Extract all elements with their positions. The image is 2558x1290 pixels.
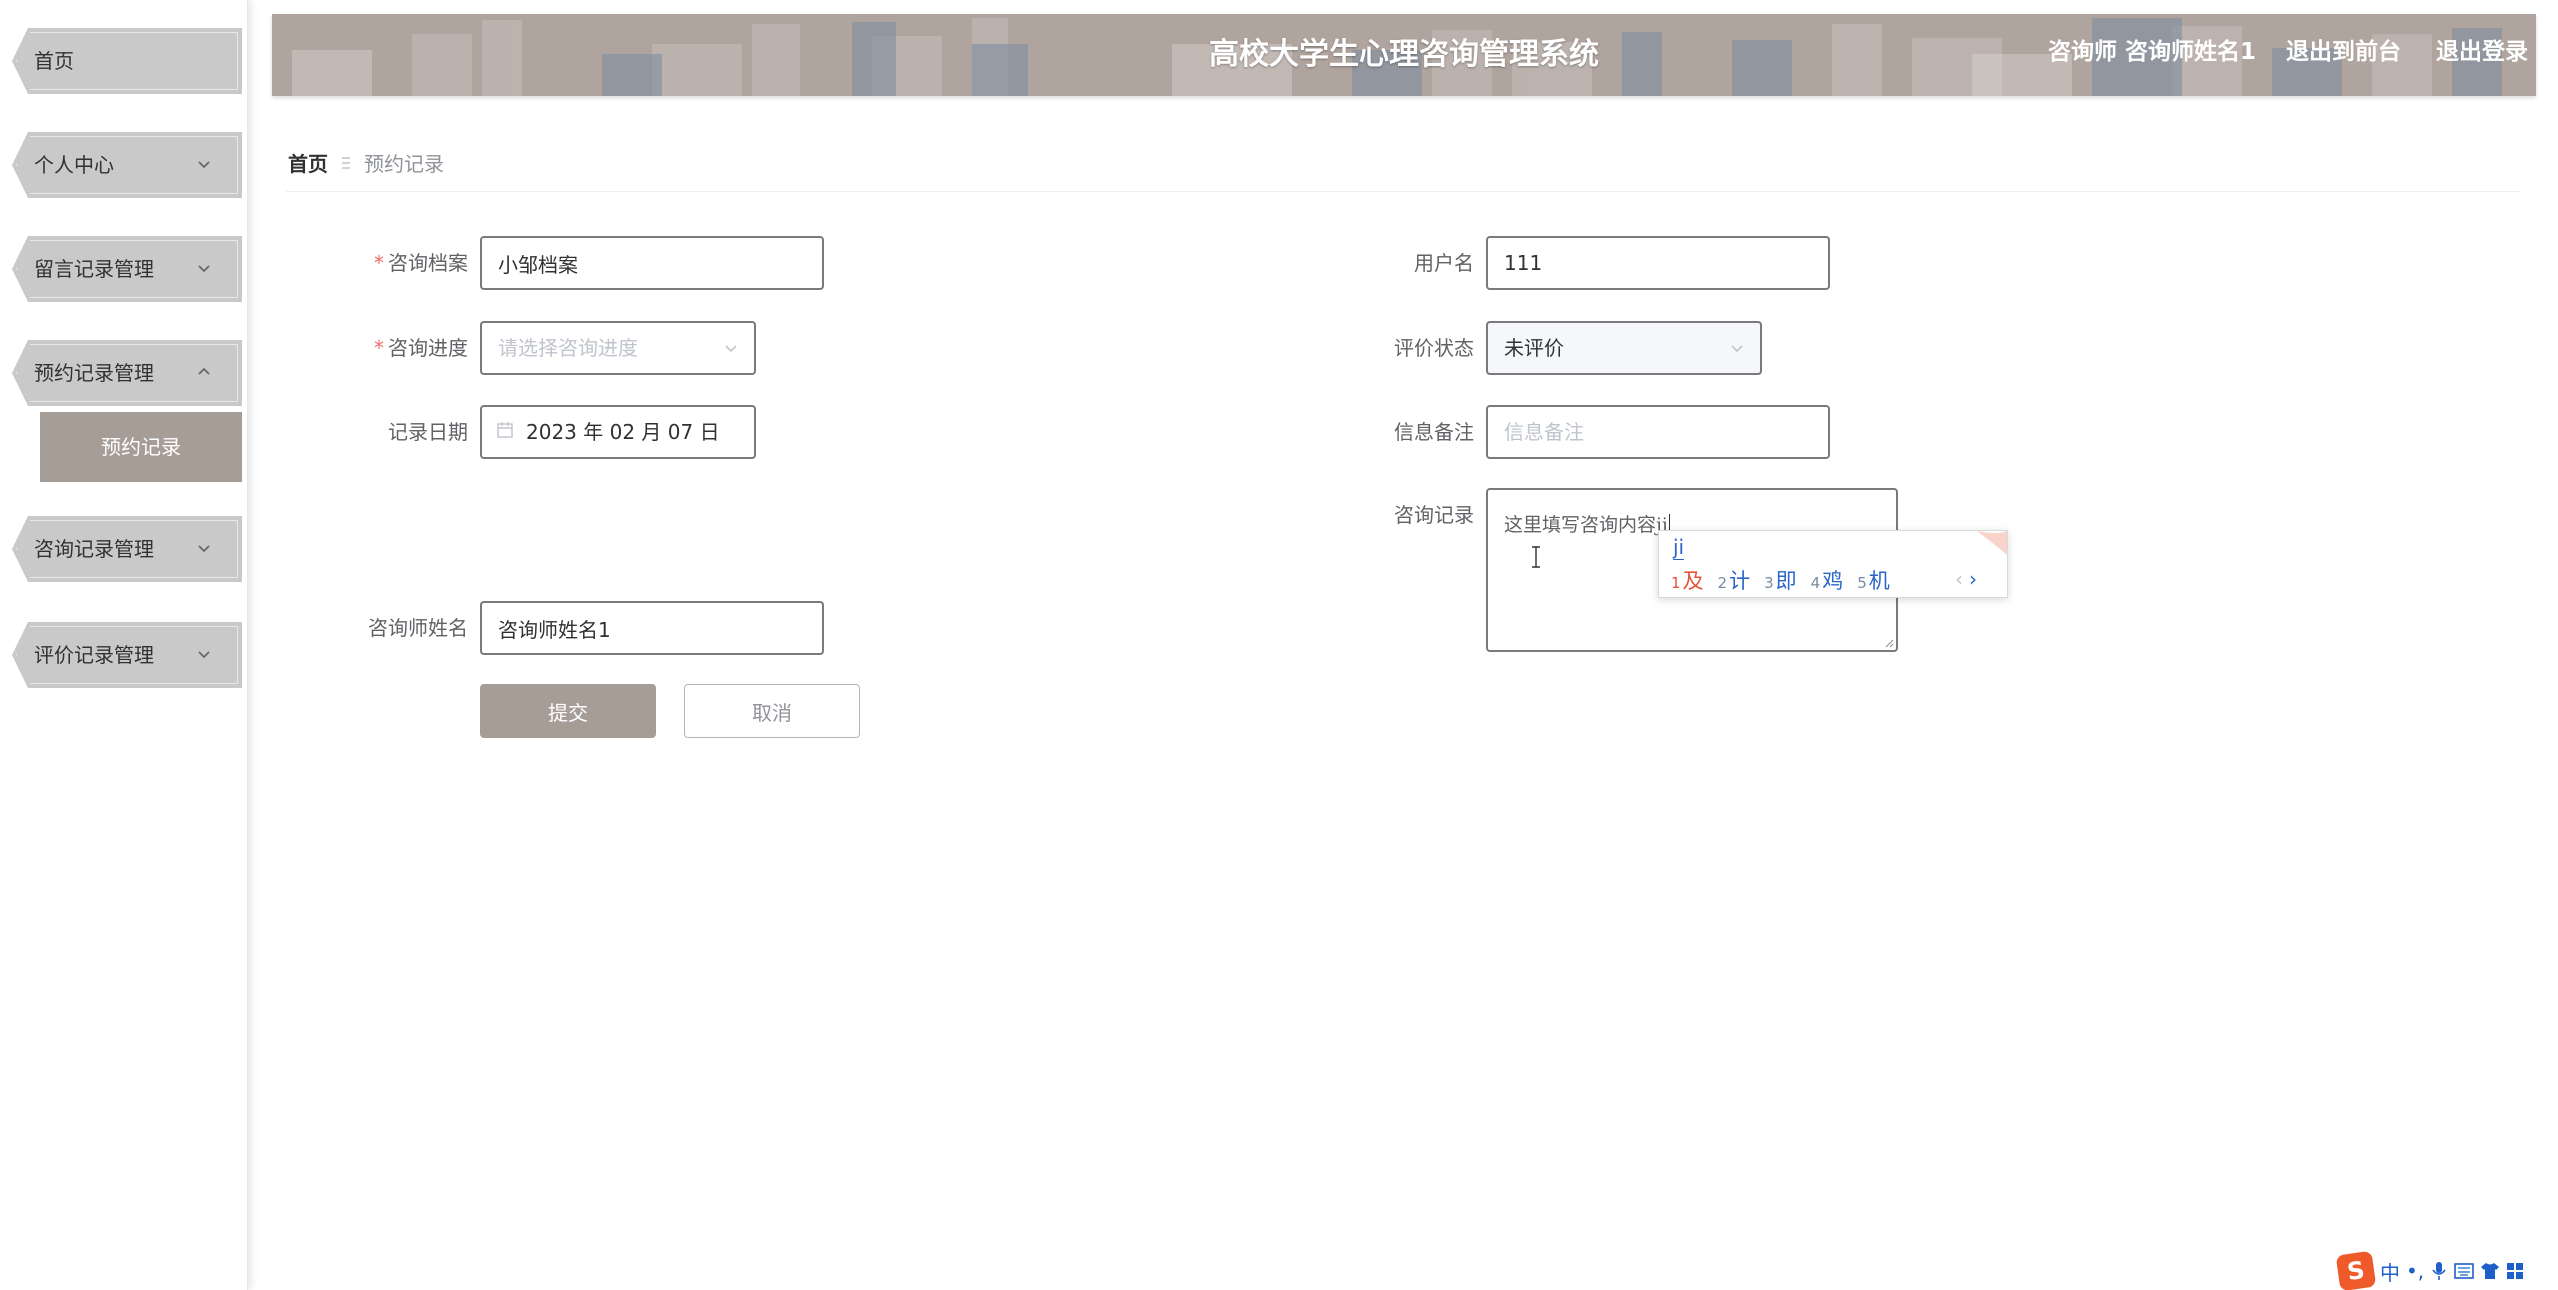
sidebar-item-label: 留言记录管理: [34, 257, 154, 281]
breadcrumb-home[interactable]: 首页: [288, 148, 328, 177]
keyboard-icon[interactable]: [2454, 1263, 2474, 1279]
resize-grip-icon[interactable]: [1882, 636, 1894, 648]
ime-candidate-list: 1及 2计 3即 4鸡 5机: [1671, 565, 1890, 595]
eval-status-select[interactable]: 未评价: [1486, 321, 1762, 375]
record-date-value: 2023 年 02 月 07 日: [526, 420, 720, 444]
sidebar-item-label: 首页: [34, 49, 74, 73]
toolbox-grid-icon[interactable]: [2506, 1262, 2524, 1280]
ime-composition: ji: [1673, 535, 1685, 560]
progress-label: * 咨询进度: [374, 336, 468, 360]
progress-select-placeholder: 请选择咨询进度: [498, 336, 638, 360]
eval-status-value: 未评价: [1504, 336, 1564, 360]
ime-candidate-window: ji 1及 2计 3即 4鸡 5机 ‹ ›: [1658, 530, 2008, 598]
sidebar-item-evaluation-records[interactable]: 评价记录管理: [12, 622, 242, 688]
chevron-down-icon: [1731, 345, 1743, 353]
ime-candidate[interactable]: 4鸡: [1811, 565, 1844, 595]
exit-to-frontend-link[interactable]: 退出到前台: [2286, 32, 2401, 66]
record-date-picker[interactable]: 2023 年 02 月 07 日: [480, 405, 756, 459]
microphone-icon[interactable]: [2430, 1260, 2448, 1282]
username-label: 用户名: [1414, 251, 1474, 275]
sidebar-item-home[interactable]: 首页: [12, 28, 242, 94]
sidebar-item-appointment-records[interactable]: 预约记录管理: [12, 340, 242, 406]
cancel-button[interactable]: 取消: [684, 684, 860, 738]
counselor-name-label: 咨询师姓名: [368, 616, 468, 640]
ime-punctuation-toggle[interactable]: •,: [2406, 1259, 2424, 1283]
submit-button[interactable]: 提交: [480, 684, 656, 738]
chevron-down-icon: [198, 161, 210, 169]
chevron-down-icon: [198, 651, 210, 659]
required-asterisk: *: [374, 251, 384, 275]
breadcrumb-separator-icon: [342, 156, 350, 169]
archive-label: * 咨询档案: [374, 251, 468, 275]
breadcrumb: 首页 预约记录: [288, 148, 444, 177]
breadcrumb-divider: [286, 191, 2520, 192]
ime-status-bar: S 中 •,: [2335, 1250, 2558, 1290]
username-input[interactable]: [1486, 236, 1830, 290]
sidebar-item-label: 个人中心: [34, 153, 114, 177]
calendar-icon: [497, 422, 513, 438]
current-user: 咨询师 咨询师姓名1: [2048, 39, 2257, 65]
ime-candidate[interactable]: 1及: [1671, 565, 1704, 595]
chevron-down-icon: [198, 545, 210, 553]
ime-decoration-icon: [1977, 531, 2007, 555]
sidebar-item-consult-records[interactable]: 咨询记录管理: [12, 516, 242, 582]
sidebar-item-label: 评价记录管理: [34, 643, 154, 667]
consult-record-text: 这里填写咨询内容ji: [1504, 514, 1668, 536]
sidebar-item-label: 预约记录管理: [34, 361, 154, 385]
ime-candidate[interactable]: 5机: [1857, 565, 1890, 595]
logout-link[interactable]: 退出登录: [2436, 32, 2528, 66]
skin-shirt-icon[interactable]: [2480, 1262, 2500, 1280]
archive-input[interactable]: [480, 236, 824, 290]
ime-pager: ‹ ›: [1955, 567, 1977, 591]
progress-select[interactable]: 请选择咨询进度: [480, 321, 756, 375]
sidebar-subitem-label: 预约记录: [101, 435, 181, 459]
ime-next-page-button[interactable]: ›: [1969, 567, 1977, 591]
ime-candidate[interactable]: 3即: [1764, 565, 1797, 595]
record-date-label: 记录日期: [388, 420, 468, 444]
sogou-logo-icon[interactable]: S: [2335, 1250, 2377, 1290]
sidebar-item-personal-center[interactable]: 个人中心: [12, 132, 242, 198]
sidebar: 首页 个人中心 留言记录管理 预约记录管理 预约记录 咨询记录管理 评价记录管理: [0, 0, 248, 1290]
sidebar-item-label: 咨询记录管理: [34, 537, 154, 561]
top-header: 高校大学生心理咨询管理系统 咨询师 咨询师姓名1 退出到前台 退出登录: [272, 14, 2536, 96]
ime-prev-page-button[interactable]: ‹: [1955, 567, 1963, 591]
chevron-up-icon: [198, 367, 210, 375]
breadcrumb-current: 预约记录: [364, 152, 444, 176]
chevron-down-icon: [725, 345, 737, 353]
ime-mode-toggle[interactable]: 中: [2380, 1257, 2400, 1286]
eval-status-label: 评价状态: [1394, 336, 1474, 360]
consult-record-label: 咨询记录: [1394, 503, 1474, 527]
required-asterisk: *: [374, 336, 384, 360]
sidebar-subitem-appointment-record[interactable]: 预约记录: [40, 412, 242, 482]
counselor-name-input[interactable]: [480, 601, 824, 655]
ime-candidate[interactable]: 2计: [1718, 565, 1751, 595]
text-cursor-icon: [1532, 546, 1540, 568]
remark-label: 信息备注: [1394, 420, 1474, 444]
sidebar-item-message-records[interactable]: 留言记录管理: [12, 236, 242, 302]
chevron-down-icon: [198, 265, 210, 273]
remark-input[interactable]: [1486, 405, 1830, 459]
